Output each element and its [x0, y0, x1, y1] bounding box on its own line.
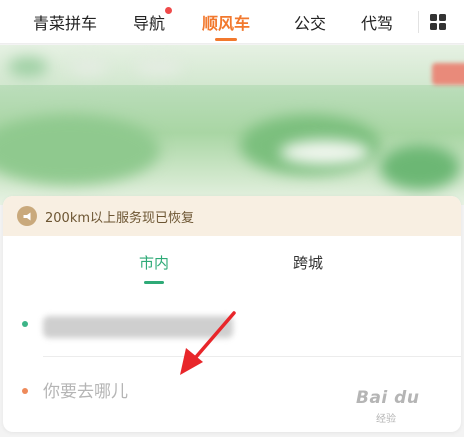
- banner-blob: [8, 57, 48, 77]
- tab-bus-label: 公交: [294, 14, 327, 33]
- notification-dot: [165, 7, 173, 14]
- banner-blob: [135, 59, 183, 75]
- banner-blob: [0, 115, 160, 185]
- tab-carpool-label: 青菜拼车: [33, 14, 98, 33]
- banner-button: [432, 63, 464, 85]
- origin-address-blurred: [43, 316, 233, 338]
- origin-dot: [22, 321, 28, 327]
- origin-row[interactable]: [3, 296, 461, 356]
- destination-dot: [22, 388, 28, 394]
- watermark-brand: Bai du: [356, 388, 420, 408]
- active-tab-indicator: [215, 38, 237, 41]
- tab-in-city-label: 市内: [139, 254, 170, 272]
- top-nav-bar: 青菜拼车 导航 顺风车 公交 代驾: [0, 0, 464, 44]
- tab-navigation[interactable]: 导航: [133, 0, 173, 44]
- tab-hitch-ride-label: 顺风车: [202, 14, 251, 33]
- ride-type-tabs: 市内 跨城: [3, 252, 461, 292]
- nav-divider: [418, 11, 419, 33]
- baidu-watermark: Bai du 经验: [350, 388, 458, 432]
- tab-carpool[interactable]: 青菜拼车: [33, 0, 97, 44]
- row-divider: [43, 356, 461, 357]
- grid-icon[interactable]: [430, 14, 446, 30]
- service-notice: 200km以上服务现已恢复: [3, 196, 461, 236]
- tab-in-city[interactable]: 市内: [139, 252, 170, 284]
- tab-hitch-ride[interactable]: 顺风车: [202, 0, 250, 44]
- promo-banner[interactable]: [0, 45, 464, 205]
- megaphone-icon: [17, 206, 37, 226]
- banner-blob: [70, 59, 108, 75]
- tab-navigation-label: 导航: [133, 14, 166, 33]
- banner-blob: [380, 145, 460, 190]
- watermark-sub: 经验: [376, 414, 396, 425]
- tab-designated-driver-label: 代驾: [361, 14, 394, 33]
- tab-bus[interactable]: 公交: [294, 0, 326, 44]
- tab-intercity[interactable]: 跨城: [293, 252, 323, 273]
- destination-input[interactable]: [43, 377, 343, 407]
- notice-text: 200km以上服务现已恢复: [45, 210, 195, 226]
- active-subtab-indicator: [144, 281, 164, 284]
- tab-designated-driver[interactable]: 代驾: [361, 0, 393, 44]
- banner-blob: [280, 140, 370, 165]
- tab-intercity-label: 跨城: [293, 254, 324, 272]
